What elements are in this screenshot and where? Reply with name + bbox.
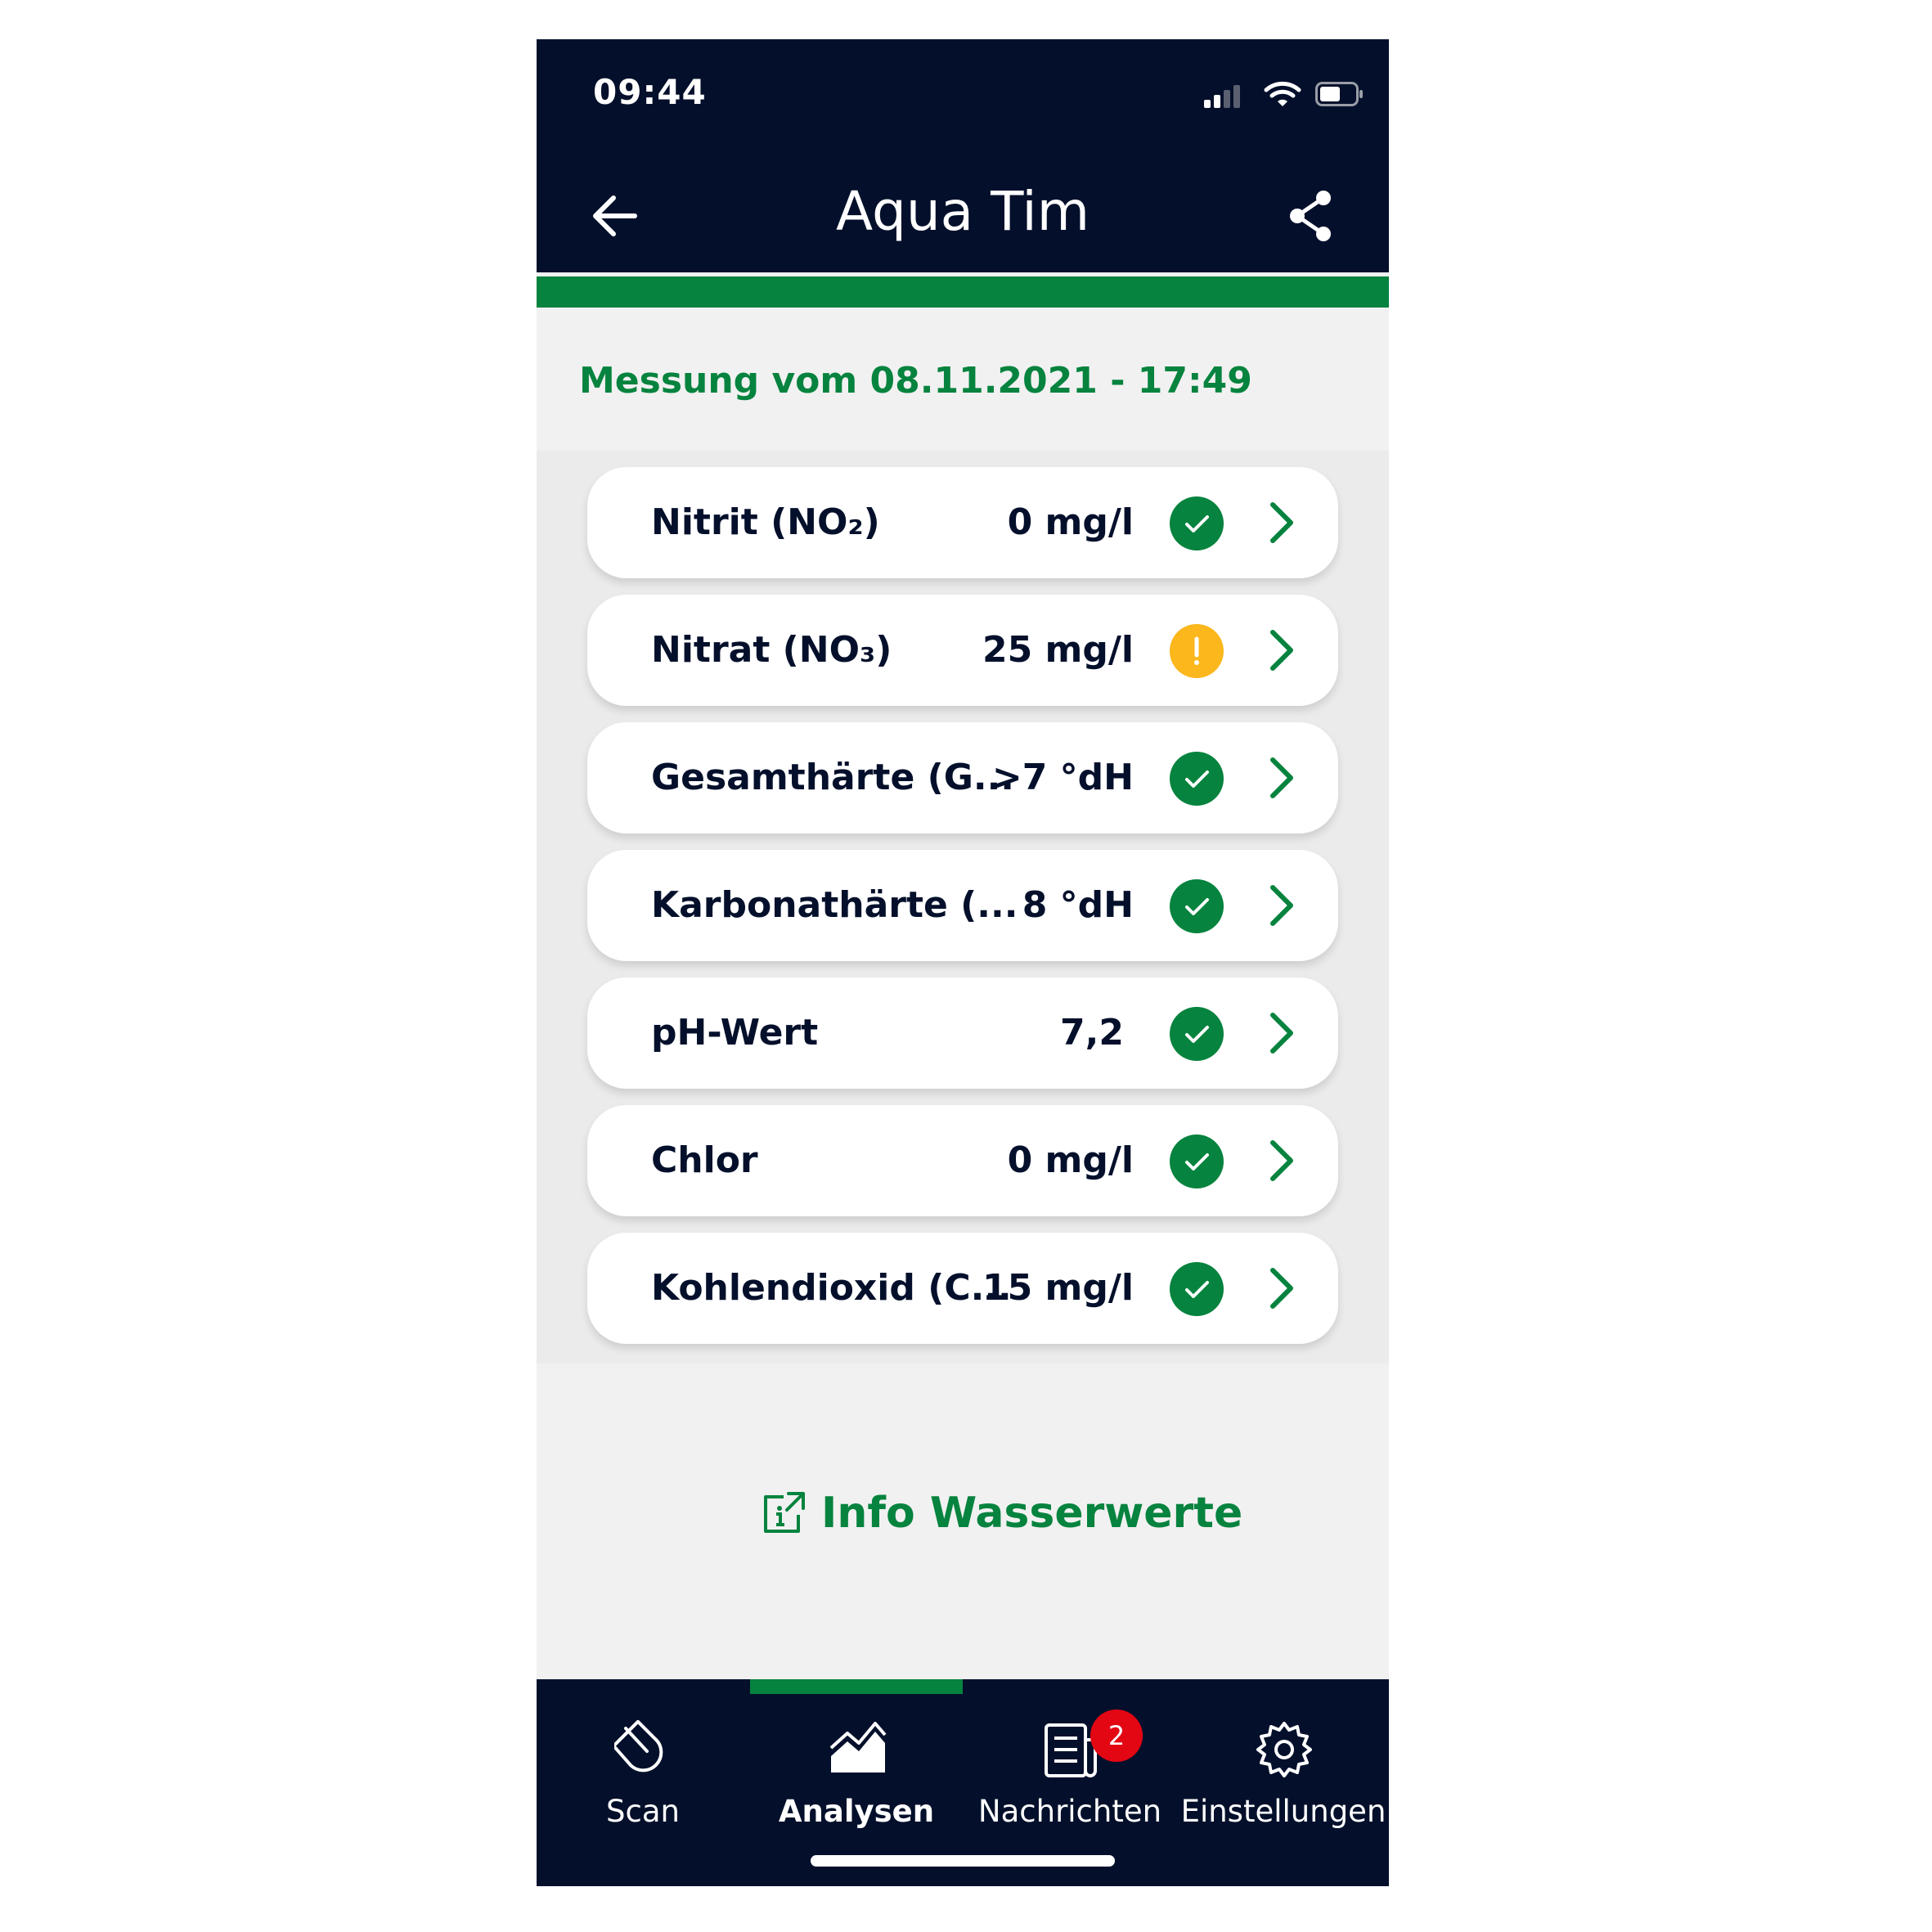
tab-label: Nachrichten <box>977 1794 1162 1829</box>
parameter-name: Nitrit (NO₂) <box>651 501 880 543</box>
gear-icon <box>1256 1722 1312 1777</box>
check-ok-icon <box>1170 1262 1224 1316</box>
tab-label: Scan <box>606 1794 680 1829</box>
page-title: Aqua Tim <box>835 180 1090 243</box>
parameter-value: 15 mg/l <box>982 1267 1134 1309</box>
parameter-name: Nitrat (NO₃) <box>651 629 892 671</box>
chevron-right-icon <box>1270 1268 1293 1309</box>
tab-nachrichten[interactable]: 2 Nachrichten <box>964 1679 1176 1843</box>
chevron-right-icon <box>1270 885 1293 926</box>
parameter-row-kohlendioxid[interactable]: Kohlendioxid (C... 15 mg/l <box>587 1233 1338 1344</box>
check-ok-icon <box>1170 879 1224 933</box>
drop-scan-icon <box>614 1720 663 1772</box>
tab-einstellungen[interactable]: Einstellungen <box>1177 1679 1389 1843</box>
status-icons <box>1193 79 1363 111</box>
info-wasserwerte-label: Info Wasserwerte <box>821 1489 1243 1538</box>
chevron-right-icon <box>1270 502 1293 543</box>
tab-scan[interactable]: Scan <box>537 1679 749 1843</box>
parameter-value: >7 °dH <box>991 757 1134 798</box>
top-bar: 09:44 Aqua Tim <box>537 39 1389 272</box>
chart-area-icon <box>829 1722 887 1772</box>
measurement-date: Messung vom 08.11.2021 - 17:49 <box>579 360 1252 402</box>
check-ok-icon <box>1170 1007 1224 1061</box>
external-info-icon <box>764 1492 805 1533</box>
cellular-signal-icon <box>1204 83 1250 108</box>
parameter-list: Nitrit (NO₂) 0 mg/l Nitrat (NO₃) 25 mg/l… <box>537 451 1389 1364</box>
parameter-row-ph[interactable]: pH-Wert 7,2 <box>587 977 1338 1089</box>
warning-icon <box>1170 624 1224 678</box>
parameter-name: Gesamthärte (G... <box>651 757 1014 798</box>
parameter-name: Karbonathärte (... <box>651 884 1018 926</box>
parameter-row-chlor[interactable]: Chlor 0 mg/l <box>587 1105 1338 1216</box>
battery-icon <box>1315 82 1363 106</box>
wifi-icon <box>1264 81 1301 106</box>
tab-analysen[interactable]: Analysen <box>750 1679 963 1843</box>
parameter-row-nitrat[interactable]: Nitrat (NO₃) 25 mg/l <box>587 595 1338 706</box>
chevron-right-icon <box>1270 630 1293 671</box>
check-ok-icon <box>1170 752 1224 806</box>
home-indicator[interactable] <box>811 1855 1115 1867</box>
status-color-bar <box>537 276 1389 308</box>
parameter-value: 7,2 <box>1060 1012 1124 1054</box>
parameter-value: 0 mg/l <box>1007 501 1134 543</box>
status-time: 09:44 <box>593 72 707 112</box>
chevron-right-icon <box>1270 1140 1293 1181</box>
share-icon[interactable] <box>1281 186 1340 245</box>
tab-label: Einstellungen <box>1180 1794 1386 1829</box>
parameter-name: Kohlendioxid (C... <box>651 1267 1012 1309</box>
parameter-row-gesamthaerte[interactable]: Gesamthärte (G... >7 °dH <box>587 722 1338 833</box>
parameter-value: 8 °dH <box>1022 884 1134 926</box>
chevron-right-icon <box>1270 757 1293 798</box>
chevron-right-icon <box>1270 1013 1293 1054</box>
phone-screen: 09:44 Aqua Tim Messung vom 08.11.2021 - … <box>537 39 1389 1886</box>
check-ok-icon <box>1170 1134 1224 1188</box>
parameter-row-nitrit[interactable]: Nitrit (NO₂) 0 mg/l <box>587 467 1338 578</box>
check-ok-icon <box>1170 496 1224 550</box>
tab-label: Analysen <box>778 1794 935 1829</box>
parameter-value: 25 mg/l <box>982 629 1134 671</box>
parameter-value: 0 mg/l <box>1007 1139 1134 1181</box>
unread-badge: 2 <box>1090 1710 1143 1762</box>
parameter-row-karbonathaerte[interactable]: Karbonathärte (... 8 °dH <box>587 850 1338 961</box>
parameter-name: Chlor <box>651 1139 758 1181</box>
parameter-name: pH-Wert <box>651 1012 819 1054</box>
bottom-tab-bar: Scan Analysen 2 Nachrichten Einstellunge… <box>537 1679 1389 1886</box>
info-wasserwerte-link[interactable]: Info Wasserwerte <box>759 1480 1242 1546</box>
